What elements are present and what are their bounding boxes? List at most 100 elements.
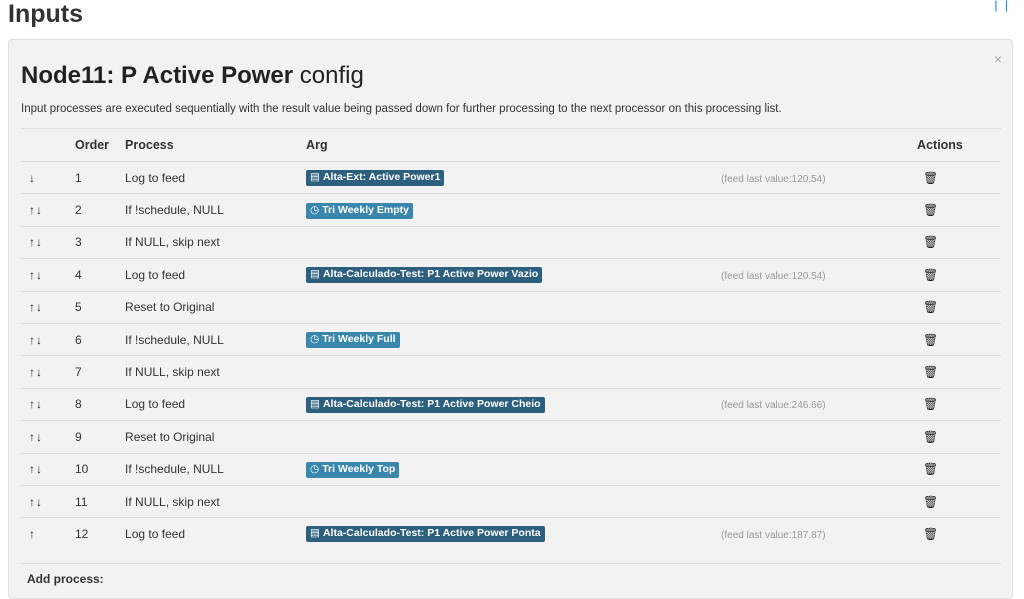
arg-label: Tri Weekly Top xyxy=(322,462,396,475)
process-cell: If NULL, skip next xyxy=(117,225,299,259)
actions-cell: 🗑 xyxy=(909,484,1001,518)
actions-cell: 🗑 xyxy=(909,160,1001,194)
trash-icon[interactable]: 🗑 xyxy=(917,365,938,379)
process-cell: If NULL, skip next xyxy=(117,355,299,389)
move-arrows-icon[interactable]: ↑↓ xyxy=(29,462,43,476)
arg-label: Alta-Calculado-Test: P1 Active Power Che… xyxy=(322,397,541,410)
process-cell: Log to feed xyxy=(117,258,299,292)
last-value-cell xyxy=(713,484,910,518)
header-process: Process xyxy=(117,128,299,162)
arg-cell: ▤ Alta-Calculado-Test: P1 Active Power Ch… xyxy=(298,387,714,421)
process-cell: Reset to Original xyxy=(117,290,299,324)
header-last-value xyxy=(713,128,910,162)
arg-cell: ◷ Tri Weekly Top xyxy=(298,452,714,486)
process-cell: Log to feed xyxy=(117,160,299,194)
move-arrows-icon[interactable]: ↑↓ xyxy=(29,430,43,444)
table-row: ↑↓ 3 If NULL, skip next 🗑 xyxy=(21,225,1001,259)
move-arrows-icon[interactable]: ↓ xyxy=(29,171,36,185)
move-arrows-icon[interactable]: ↑ xyxy=(29,527,36,541)
last-value-cell: (feed last value:120.54) xyxy=(713,258,910,292)
order-cell: 7 xyxy=(67,355,118,389)
process-cell: Reset to Original xyxy=(117,420,299,454)
move-cell: ↓ xyxy=(21,160,67,194)
order-cell: 4 xyxy=(67,258,118,292)
process-cell: If !schedule, NULL xyxy=(117,193,299,227)
move-arrows-icon[interactable]: ↑↓ xyxy=(29,268,43,282)
trash-icon[interactable]: 🗑 xyxy=(917,495,938,509)
feed-table-icon: ▤ xyxy=(310,268,320,281)
table-row: ↑↓ 6 If !schedule, NULL ◷ Tri Weekly Full 🗑 xyxy=(21,322,1001,356)
trash-icon[interactable]: 🗑 xyxy=(917,300,938,314)
table-row: ↓ 1 Log to feed ▤ Alta-Ext: Active Power1 (fe… xyxy=(21,160,1001,194)
schedule-badge[interactable]: ◷ Tri Weekly Top xyxy=(306,461,400,478)
order-cell: 12 xyxy=(67,517,118,550)
feed-table-icon: ▤ xyxy=(310,397,320,410)
feed-badge[interactable]: ▤ Alta-Ext: Active Power1 xyxy=(306,170,445,187)
top-links[interactable]: | | xyxy=(994,0,1010,12)
process-config-modal: × Node11: P Active Power config Input pr… xyxy=(8,39,1013,599)
trash-icon[interactable]: 🗑 xyxy=(917,171,938,185)
arg-cell: ◷ Tri Weekly Empty xyxy=(298,193,714,227)
actions-cell: 🗑 xyxy=(909,355,1001,389)
order-cell: 9 xyxy=(67,420,118,454)
feed-badge[interactable]: ▤ Alta-Calculado-Test: P1 Active Power Va… xyxy=(306,267,543,284)
arg-label: Alta-Calculado-Test: P1 Active Power Vaz… xyxy=(322,268,539,281)
last-value-cell xyxy=(713,452,910,486)
process-cell: If !schedule, NULL xyxy=(117,322,299,356)
move-cell: ↑↓ xyxy=(21,420,67,454)
clock-icon: ◷ xyxy=(310,333,320,346)
last-value-cell: (feed last value:120.54) xyxy=(713,160,910,194)
page-title: Inputs xyxy=(8,0,83,28)
last-value-cell xyxy=(713,355,910,389)
trash-icon[interactable]: 🗑 xyxy=(917,430,938,444)
modal-title: Node11: P Active Power config xyxy=(21,62,364,90)
trash-icon[interactable]: 🗑 xyxy=(917,268,938,282)
move-cell: ↑↓ xyxy=(21,225,67,259)
feed-last-value: (feed last value:120.54) xyxy=(721,270,826,282)
move-cell: ↑↓ xyxy=(21,387,67,421)
trash-icon[interactable]: 🗑 xyxy=(917,397,938,411)
trash-icon[interactable]: 🗑 xyxy=(917,333,938,347)
schedule-badge[interactable]: ◷ Tri Weekly Empty xyxy=(306,202,413,219)
process-cell: Log to feed xyxy=(117,517,299,550)
arg-cell xyxy=(298,484,714,518)
order-cell: 10 xyxy=(67,452,118,486)
order-cell: 8 xyxy=(67,387,118,421)
table-row: ↑↓ 11 If NULL, skip next 🗑 xyxy=(21,484,1001,518)
arg-cell xyxy=(298,355,714,389)
move-cell: ↑↓ xyxy=(21,452,67,486)
last-value-cell: (feed last value:187.87) xyxy=(713,517,910,550)
arg-cell: ◷ Tri Weekly Full xyxy=(298,322,714,356)
table-row: ↑↓ 8 Log to feed ▤ Alta-Calculado-Test: P1 A… xyxy=(21,387,1001,421)
arg-label: Tri Weekly Full xyxy=(322,333,396,346)
trash-icon[interactable]: 🗑 xyxy=(917,462,938,476)
move-cell: ↑↓ xyxy=(21,484,67,518)
table-row: ↑↓ 7 If NULL, skip next 🗑 xyxy=(21,355,1001,389)
move-arrows-icon[interactable]: ↑↓ xyxy=(29,203,43,217)
arg-cell: ▤ Alta-Ext: Active Power1 xyxy=(298,160,714,194)
move-cell: ↑↓ xyxy=(21,290,67,324)
actions-cell: 🗑 xyxy=(909,387,1001,421)
trash-icon[interactable]: 🗑 xyxy=(917,203,938,217)
close-icon[interactable]: × xyxy=(994,52,1002,66)
move-arrows-icon[interactable]: ↑↓ xyxy=(29,365,43,379)
move-arrows-icon[interactable]: ↑↓ xyxy=(29,495,43,509)
table-row: ↑↓ 9 Reset to Original 🗑 xyxy=(21,420,1001,454)
move-arrows-icon[interactable]: ↑↓ xyxy=(29,235,43,249)
move-arrows-icon[interactable]: ↑↓ xyxy=(29,333,43,347)
arg-cell: ▤ Alta-Calculado-Test: P1 Active Power Va… xyxy=(298,258,714,292)
trash-icon[interactable]: 🗑 xyxy=(917,527,938,541)
modal-title-node: Node11: P Active Power xyxy=(21,62,294,89)
clock-icon: ◷ xyxy=(310,203,320,216)
feed-badge[interactable]: ▤ Alta-Calculado-Test: P1 Active Power Po… xyxy=(306,526,545,543)
feed-badge[interactable]: ▤ Alta-Calculado-Test: P1 Active Power Ch… xyxy=(306,396,545,413)
arg-label: Alta-Ext: Active Power1 xyxy=(322,171,441,184)
arg-cell xyxy=(298,420,714,454)
trash-icon[interactable]: 🗑 xyxy=(917,235,938,249)
schedule-badge[interactable]: ◷ Tri Weekly Full xyxy=(306,332,400,349)
move-arrows-icon[interactable]: ↑↓ xyxy=(29,397,43,411)
process-cell: If NULL, skip next xyxy=(117,484,299,518)
feed-last-value: (feed last value:187.87) xyxy=(721,529,826,541)
move-cell: ↑↓ xyxy=(21,322,67,356)
move-arrows-icon[interactable]: ↑↓ xyxy=(29,300,43,314)
